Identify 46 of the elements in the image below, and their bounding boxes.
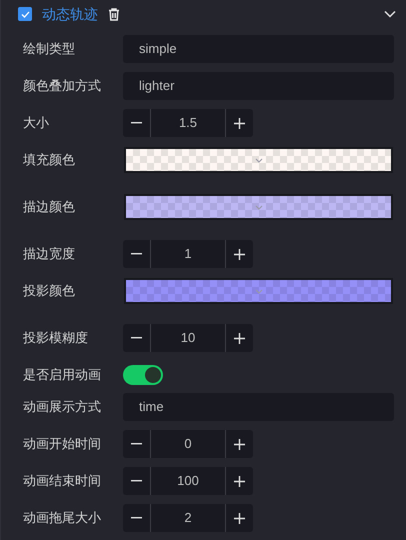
number-input[interactable]: 1.5	[151, 113, 225, 133]
field-label: 投影模糊度	[23, 329, 89, 348]
number-input[interactable]: 100	[151, 471, 225, 491]
field-label: 动画开始时间	[23, 435, 102, 454]
field-label: 大小	[23, 114, 50, 132]
minus-icon	[131, 253, 142, 255]
minus-icon	[131, 517, 142, 519]
field-label: 动画结束时间	[23, 472, 102, 490]
text-field[interactable]: lighter	[123, 72, 394, 100]
field-label: 投影颜色	[23, 282, 76, 300]
text-field[interactable]: simple	[123, 35, 394, 63]
plus-icon	[234, 248, 245, 260]
section-title: 动态轨迹	[42, 4, 98, 24]
field-label: 描边宽度	[23, 245, 76, 264]
plus-icon	[234, 118, 245, 128]
trash-icon[interactable]	[108, 8, 120, 20]
checkbox[interactable]	[18, 7, 32, 21]
field-label: 是否启用动画	[23, 366, 102, 384]
minus-icon	[131, 443, 142, 445]
check-icon	[20, 10, 30, 18]
text-field[interactable]: time	[123, 393, 394, 421]
chevron-icon[interactable]	[384, 10, 396, 18]
chevron-icon	[254, 204, 262, 210]
number-input[interactable]: 1	[151, 244, 225, 264]
minus-icon	[131, 122, 142, 124]
color-swatch[interactable]	[124, 147, 393, 173]
color-swatch[interactable]	[124, 194, 393, 220]
plus-icon	[234, 512, 245, 524]
field-label: 动画展示方式	[23, 398, 102, 416]
field-label: 动画拖尾大小	[23, 509, 102, 528]
chevron-icon	[254, 158, 262, 162]
toggle-switch[interactable]	[123, 365, 163, 385]
plus-icon	[234, 438, 245, 450]
field-label: 描边颜色	[23, 198, 76, 216]
field-label: 填充颜色	[23, 151, 76, 170]
number-input[interactable]: 10	[151, 328, 225, 348]
number-input[interactable]: 2	[151, 508, 225, 528]
minus-icon	[131, 337, 142, 339]
field-label: 绘制类型	[23, 40, 76, 58]
minus-icon	[131, 480, 142, 482]
number-input[interactable]: 0	[151, 434, 225, 454]
plus-icon	[234, 476, 245, 486]
plus-icon	[234, 332, 245, 344]
field-label: 颜色叠加方式	[23, 77, 102, 96]
chevron-icon	[254, 288, 262, 294]
color-swatch[interactable]	[124, 278, 393, 304]
